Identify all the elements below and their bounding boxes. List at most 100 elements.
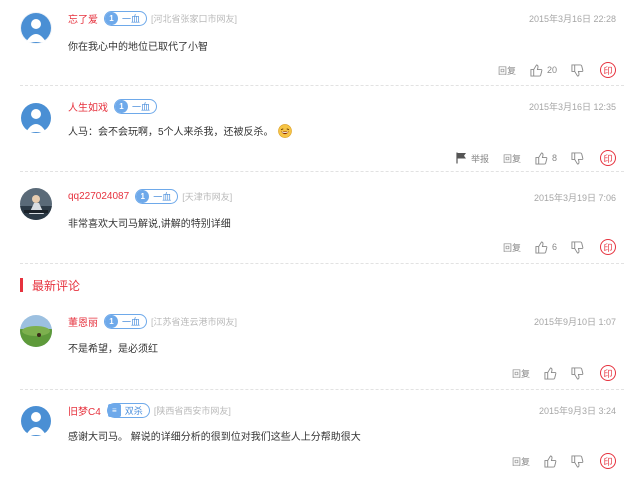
thumbs-down-icon [571,454,584,468]
avatar[interactable] [20,12,52,44]
username[interactable]: 忘了爱 [68,11,98,26]
reply-button[interactable]: 回复 [503,241,521,254]
section-marker [20,278,23,292]
like-count: 8 [551,153,557,163]
comment-time: 2015年9月10日 1:07 [533,317,616,327]
user-location: [天津市网友] [182,191,233,202]
yin-button[interactable]: 印 [600,62,616,78]
thumbs-down-icon [571,366,584,380]
comment-item: qq227024087 1 一血 [天津市网友] 2015年3月19日 7:06 … [0,172,640,264]
comment-text: 不是希望，是必须红 [68,344,158,355]
thumbs-up-icon [544,454,557,468]
level-badge: ≡ 双杀 [106,402,150,418]
level-badge: 1 一血 [104,10,148,26]
report-button[interactable]: 举报 [456,152,489,165]
yin-button[interactable]: 印 [600,150,616,166]
level-label: 一血 [153,191,172,202]
comment-text: 非常喜欢大司马解说,讲解的特别详细 [68,219,231,230]
comment-item: 忘了爱 1 一血 [河北省张家口市网友] 2015年3月16日 22:28 你在我… [0,0,640,86]
report-label: 举报 [470,153,489,164]
username[interactable]: 董恩丽 [68,314,98,329]
level-number: 1 [115,99,128,113]
comment-text: 你在我心中的地位已取代了小智 [68,42,208,53]
comment-actions: 回复 印 [498,452,616,470]
comment-actions: 回复 6 印 [489,238,616,256]
comment-meta: 人生如戏 1 一血 [68,97,161,115]
reply-label: 回复 [497,65,516,76]
thumbs-up-icon [535,240,548,254]
level-number: 1 [136,189,150,203]
reply-label: 回复 [502,242,521,253]
level-badge: 1 一血 [104,313,148,329]
comment-actions: 举报 回复 8 印 [442,149,616,167]
comment-time: 2015年9月3日 3:24 [538,406,616,416]
thumbs-down-icon [571,63,584,77]
level-number: 1 [105,314,118,328]
level-label: 一血 [122,316,141,327]
avatar[interactable] [20,405,52,437]
comment-time: 2015年3月19日 7:06 [533,193,616,203]
avatar[interactable] [20,102,52,134]
divider [20,263,624,264]
section-title: 最新评论 [32,278,81,293]
dislike-button[interactable] [571,151,584,165]
yin-button[interactable]: 印 [600,365,616,381]
comment-meta: qq227024087 1 一血 [天津市网友] [68,187,232,205]
thumbs-down-icon [571,151,584,165]
thumbs-up-icon [530,63,543,77]
dislike-button[interactable] [571,454,584,468]
username[interactable]: 旧梦C4 [68,403,101,418]
reply-label: 回复 [511,456,530,467]
comment-item: 旧梦C4 ≡ 双杀 [陕西省西安市网友] 2015年9月3日 3:24 感谢大司马… [0,390,640,477]
level-badge: 1 一血 [135,188,179,204]
like-button[interactable]: 6 [535,240,557,254]
dislike-button[interactable] [571,366,584,380]
like-count: 20 [546,65,557,75]
comment-meta: 董恩丽 1 一血 [江苏省连云港市网友] [68,312,237,330]
level-number: 1 [105,11,118,25]
reply-label: 回复 [502,153,521,164]
level-label: 一血 [122,13,141,24]
comment-text: 感谢大司马。 解说的详细分析的很到位对我们这些人上分帮助很大 [68,432,361,443]
dislike-button[interactable] [571,63,584,77]
comment-meta: 旧梦C4 ≡ 双杀 [陕西省西安市网友] [68,401,231,419]
like-button[interactable] [544,366,557,380]
thumbs-up-icon [535,151,548,165]
reply-label: 回复 [511,368,530,379]
thumbs-down-icon [571,240,584,254]
level-badge: 1 一血 [114,98,158,114]
like-button[interactable] [544,454,557,468]
avatar[interactable] [20,188,52,220]
comment-meta: 忘了爱 1 一血 [河北省张家口市网友] [68,9,237,27]
like-count: 6 [551,242,557,252]
like-button[interactable]: 20 [530,63,557,77]
comment-actions: 回复 印 [498,364,616,382]
username[interactable]: 人生如戏 [68,99,108,114]
comment-actions: 回复 20 印 [484,61,616,79]
reply-button[interactable]: 回复 [512,367,530,380]
avatar[interactable] [20,315,52,347]
yin-button[interactable]: 印 [600,239,616,255]
comment-item: 人生如戏 1 一血 2015年3月16日 12:35 人马：会不会玩啊，5个人来杀… [0,86,640,172]
thumbs-up-icon [544,366,557,380]
yin-button[interactable]: 印 [600,453,616,469]
reply-button[interactable]: 回复 [512,455,530,468]
reply-button[interactable]: 回复 [503,152,521,165]
level-number: ≡ [107,403,121,417]
comment-time: 2015年3月16日 22:28 [528,14,616,24]
comment-time: 2015年3月16日 12:35 [528,102,616,112]
level-label: 双杀 [124,405,143,416]
reply-button[interactable]: 回复 [498,64,516,77]
user-location: [江苏省连云港市网友] [151,316,238,327]
user-location: [陕西省西安市网友] [153,405,231,416]
user-location: [河北省张家口市网友] [151,13,238,24]
comment-text-content: 人马：会不会玩啊，5个人来杀我，还被反杀。 [68,127,274,138]
like-button[interactable]: 8 [535,151,557,165]
username[interactable]: qq227024087 [68,191,129,202]
comment-text: 人马：会不会玩啊，5个人来杀我，还被反杀。 [68,123,292,138]
flag-icon [456,152,466,164]
dislike-button[interactable] [571,240,584,254]
laughing-emoji-icon [277,123,292,138]
level-label: 一血 [132,101,151,112]
comment-item: 董恩丽 1 一血 [江苏省连云港市网友] 2015年9月10日 1:07 不是希望… [0,300,640,390]
